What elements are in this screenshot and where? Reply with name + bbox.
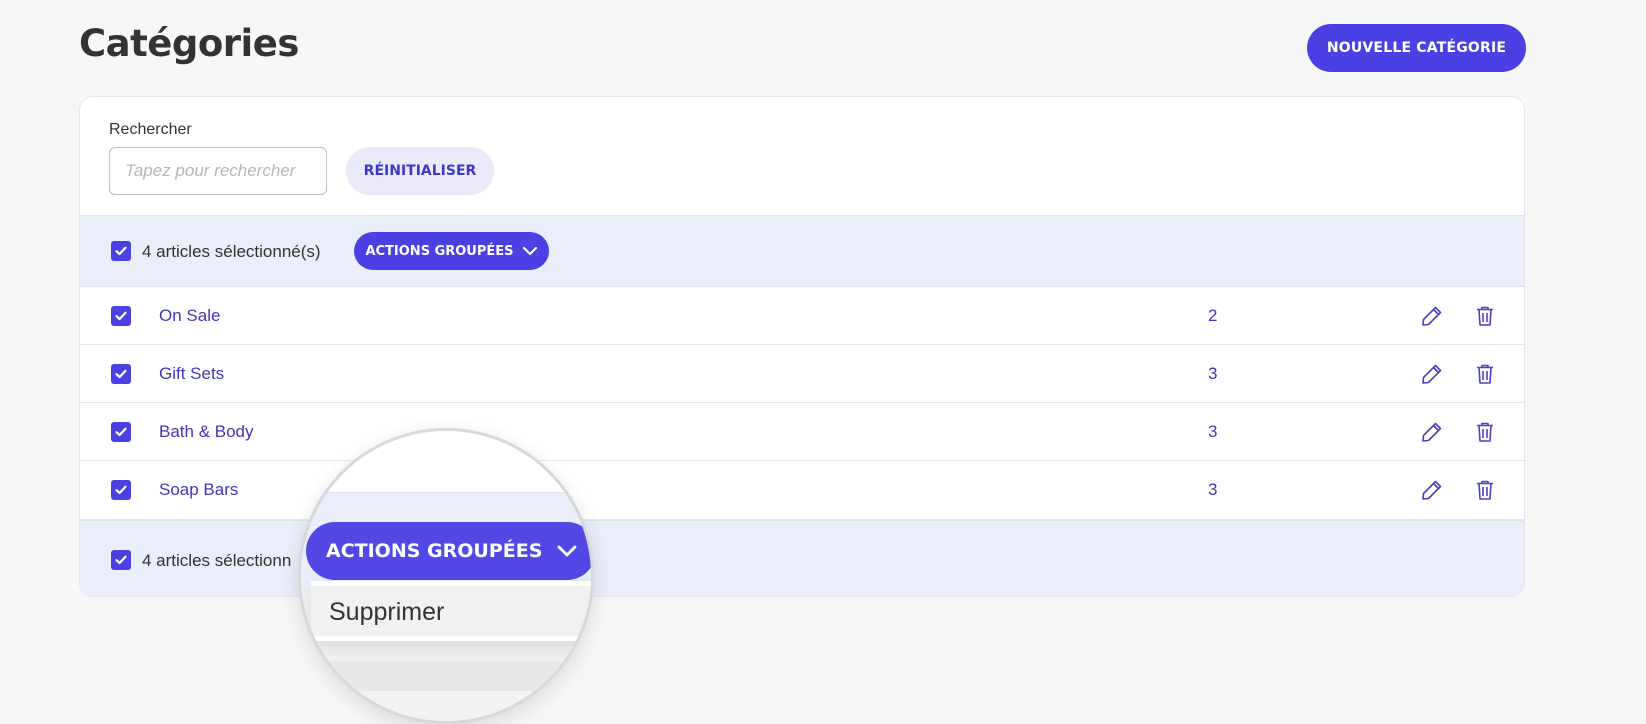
bulk-actions-label: ACTIONS GROUPÉES <box>326 540 543 562</box>
edit-button[interactable] <box>1420 362 1444 386</box>
search-label: Rechercher <box>109 121 192 138</box>
trash-icon <box>1477 364 1493 384</box>
selected-count-text: 4 articles sélectionné(s) <box>142 242 321 261</box>
new-category-button[interactable]: NOUVELLE CATÉGORIE <box>1307 24 1526 72</box>
menu-item-delete[interactable]: Supprimer <box>329 598 444 627</box>
checkmark-icon <box>115 485 127 495</box>
bulk-actions-button[interactable]: ACTIONS GROUPÉES <box>354 232 549 270</box>
row-checkbox[interactable] <box>111 480 131 500</box>
category-name-link[interactable]: Soap Bars <box>159 480 238 500</box>
bulk-actions-bar-bottom: 4 articles sélectionn <box>80 520 1524 596</box>
delete-button[interactable] <box>1473 420 1497 444</box>
categories-card: Rechercher RÉINITIALISER 4 articles séle… <box>79 96 1525 597</box>
selected-count-text: 4 articles sélectionn <box>142 551 292 570</box>
reset-button[interactable]: RÉINITIALISER <box>346 147 494 195</box>
table-row: Bath & Body 3 <box>80 403 1524 461</box>
category-name-link[interactable]: Bath & Body <box>159 422 254 442</box>
category-name-link[interactable]: Gift Sets <box>159 364 224 384</box>
zoom-magnifier: ACTIONS GROUPÉES Supprimer <box>298 428 594 724</box>
bulk-actions-button-magnified[interactable]: ACTIONS GROUPÉES <box>306 522 591 580</box>
trash-icon <box>1477 422 1493 442</box>
checkmark-icon <box>115 246 127 256</box>
filters-section: Rechercher RÉINITIALISER <box>80 97 1524 215</box>
bulk-actions-bar-top: 4 articles sélectionné(s) ACTIONS GROUPÉ… <box>80 215 1524 287</box>
table-row: Soap Bars 3 <box>80 461 1524 520</box>
checkmark-icon <box>115 369 127 379</box>
delete-button[interactable] <box>1473 362 1497 386</box>
checkmark-icon <box>115 555 127 565</box>
bulk-actions-label: ACTIONS GROUPÉES <box>365 243 514 259</box>
chevron-down-icon <box>522 246 537 256</box>
row-checkbox[interactable] <box>111 422 131 442</box>
category-count: 3 <box>1208 422 1218 441</box>
edit-button[interactable] <box>1420 420 1444 444</box>
pencil-icon <box>1422 306 1442 326</box>
checkmark-icon <box>115 427 127 437</box>
table-row: Gift Sets 3 <box>80 345 1524 403</box>
pencil-icon <box>1422 422 1442 442</box>
checkmark-icon <box>115 311 127 321</box>
trash-icon <box>1477 480 1493 500</box>
edit-button[interactable] <box>1420 304 1444 328</box>
edit-button[interactable] <box>1420 478 1444 502</box>
magnified-background <box>301 661 591 691</box>
row-checkbox[interactable] <box>111 364 131 384</box>
pencil-icon <box>1422 364 1442 384</box>
bulk-actions-dropdown: Supprimer <box>311 581 591 641</box>
delete-button[interactable] <box>1473 478 1497 502</box>
category-count: 3 <box>1208 364 1218 383</box>
chevron-down-icon <box>558 545 577 557</box>
table-row: On Sale 2 <box>80 287 1524 345</box>
magnified-row <box>301 431 591 493</box>
pencil-icon <box>1422 480 1442 500</box>
select-all-checkbox[interactable] <box>111 241 131 261</box>
select-all-checkbox[interactable] <box>111 550 131 570</box>
trash-icon <box>1477 306 1493 326</box>
page-title: Catégories <box>79 22 299 65</box>
search-input[interactable] <box>109 147 327 195</box>
delete-button[interactable] <box>1473 304 1497 328</box>
category-count: 3 <box>1208 480 1218 499</box>
categories-page: Catégories NOUVELLE CATÉGORIE Rechercher… <box>0 0 1646 724</box>
category-count: 2 <box>1208 306 1218 325</box>
category-name-link[interactable]: On Sale <box>159 306 220 326</box>
row-checkbox[interactable] <box>111 306 131 326</box>
